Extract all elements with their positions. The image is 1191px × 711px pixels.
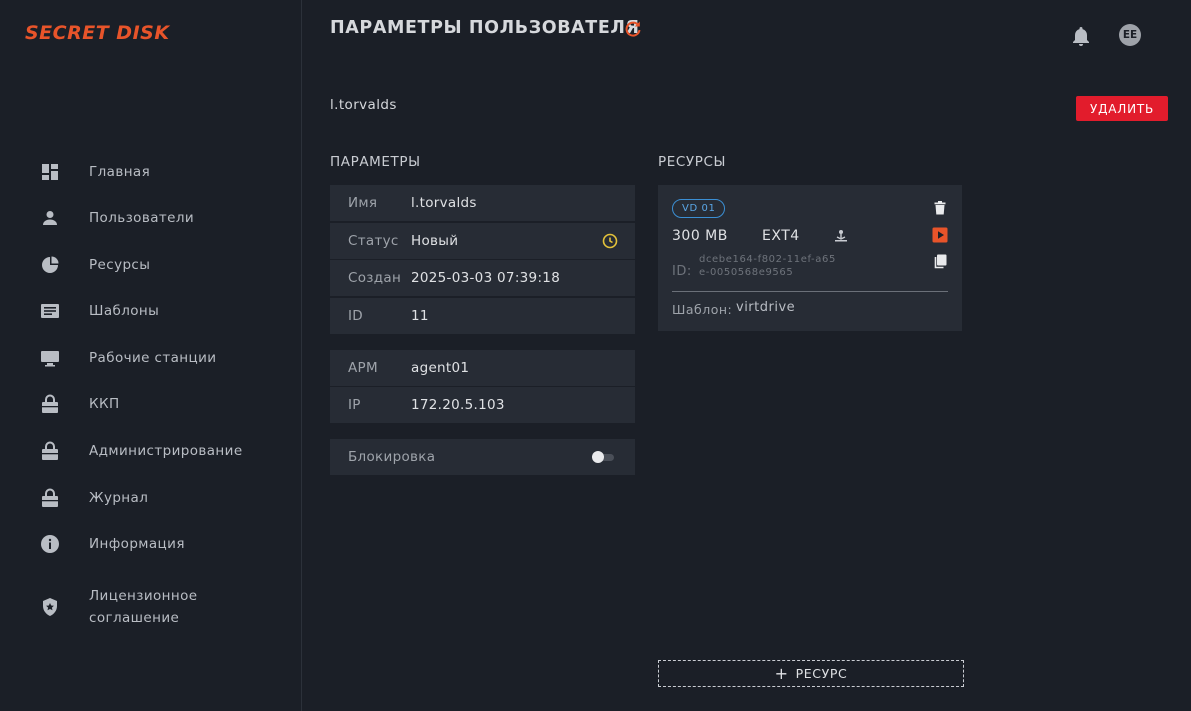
shield-star-icon xyxy=(40,597,60,617)
resource-badge: VD 01 xyxy=(672,199,726,218)
info-icon xyxy=(40,534,60,554)
pie-chart-icon xyxy=(40,255,60,275)
dashboard-icon xyxy=(40,162,60,182)
user-icon xyxy=(40,208,60,228)
param-value: l.torvalds xyxy=(411,195,477,211)
param-value: 11 xyxy=(411,308,429,324)
param-row-status: Статус Новый xyxy=(330,223,635,259)
resource-id-value: dcebe164-f802-11ef-a65e-0050568e9565 xyxy=(699,254,836,278)
lock-icon xyxy=(40,488,60,508)
params-title: ПАРАМЕТРЫ xyxy=(330,154,421,170)
delete-user-button[interactable]: УДАЛИТЬ xyxy=(1076,96,1168,121)
add-resource-button[interactable]: + РЕСУРС xyxy=(658,660,964,687)
param-key: Создан xyxy=(348,270,402,286)
sidebar: SECRET DISK Главная Пользователи Ресурсы xyxy=(0,0,302,711)
param-row-ip: IP 172.20.5.103 xyxy=(330,387,635,423)
sidebar-item-workstations[interactable]: Рабочие станции xyxy=(0,338,302,378)
resource-id-label: ID: xyxy=(672,264,692,279)
bell-icon[interactable] xyxy=(1071,25,1091,47)
sidebar-item-label: Ресурсы xyxy=(89,257,151,273)
sidebar-item-templates[interactable]: Шаблоны xyxy=(0,291,302,331)
param-value: 2025-03-03 07:39:18 xyxy=(411,270,561,286)
sidebar-item-label: Рабочие станции xyxy=(89,350,217,366)
sidebar-item-home[interactable]: Главная xyxy=(0,152,302,192)
sidebar-item-resources[interactable]: Ресурсы xyxy=(0,245,302,285)
resource-filesystem: EXT4 xyxy=(762,228,800,244)
page-title: ПАРАМЕТРЫ ПОЛЬЗОВАТЕЛЯ xyxy=(330,18,640,38)
sidebar-item-label: Лицензионное соглашение xyxy=(89,588,198,626)
sidebar-item-label: Пользователи xyxy=(89,210,195,226)
sidebar-item-label: Администрирование xyxy=(89,443,243,459)
param-key: Статус xyxy=(348,233,399,249)
sidebar-item-label: Шаблоны xyxy=(89,303,160,319)
resource-divider xyxy=(672,291,948,292)
trash-icon[interactable] xyxy=(934,200,946,215)
sidebar-item-label: Информация xyxy=(89,536,185,552)
sidebar-item-info[interactable]: Информация xyxy=(0,524,302,564)
toggle-knob xyxy=(592,451,604,463)
resource-size: 300 MB xyxy=(672,228,728,244)
param-row-name: Имя l.torvalds xyxy=(330,185,635,221)
app-root: SECRET DISK Главная Пользователи Ресурсы xyxy=(0,0,1191,711)
resource-template-value: virtdrive xyxy=(736,300,796,315)
app-logo[interactable]: SECRET DISK xyxy=(25,22,170,44)
lock-icon xyxy=(40,394,60,414)
sidebar-item-kkp[interactable]: ККП xyxy=(0,384,302,424)
sidebar-item-license[interactable]: Лицензионное соглашение xyxy=(0,584,302,630)
block-label: Блокировка xyxy=(348,449,436,465)
monitor-icon xyxy=(40,348,60,368)
param-key: IP xyxy=(348,397,361,413)
add-resource-label: РЕСУРС xyxy=(795,666,848,681)
param-row-block: Блокировка xyxy=(330,439,635,475)
plus-icon: + xyxy=(774,663,789,683)
play-icon[interactable] xyxy=(932,227,948,243)
param-value: agent01 xyxy=(411,360,470,376)
copy-icon[interactable] xyxy=(933,254,947,269)
sidebar-item-label: Главная xyxy=(89,164,151,180)
param-row-created: Создан 2025-03-03 07:39:18 xyxy=(330,260,635,296)
resource-card: VD 01 300 MB EXT4 ID: dcebe164-f802-11ef… xyxy=(658,185,962,331)
param-value: 172.20.5.103 xyxy=(411,397,505,413)
param-key: ID xyxy=(348,308,363,324)
sidebar-item-administration[interactable]: Администрирование xyxy=(0,431,302,471)
eject-icon xyxy=(834,228,848,242)
sidebar-item-label: ККП xyxy=(89,396,120,412)
param-key: Имя xyxy=(348,195,378,211)
username-heading: l.torvalds xyxy=(330,97,397,113)
resources-title: РЕСУРСЫ xyxy=(658,154,727,170)
refresh-icon[interactable] xyxy=(623,19,643,39)
avatar[interactable]: EE xyxy=(1119,24,1141,46)
param-row-workstation: АРМ agent01 xyxy=(330,350,635,386)
param-value: Новый xyxy=(411,233,459,249)
block-toggle[interactable] xyxy=(592,451,614,463)
sidebar-item-journal[interactable]: Журнал xyxy=(0,478,302,518)
sidebar-item-label: Журнал xyxy=(89,490,149,506)
resource-template-label: Шаблон: xyxy=(672,302,733,317)
param-row-id: ID 11 xyxy=(330,298,635,334)
clock-icon xyxy=(602,233,618,249)
sidebar-item-users[interactable]: Пользователи xyxy=(0,198,302,238)
template-icon xyxy=(40,301,60,321)
param-key: АРМ xyxy=(348,360,378,376)
lock-icon xyxy=(40,441,60,461)
